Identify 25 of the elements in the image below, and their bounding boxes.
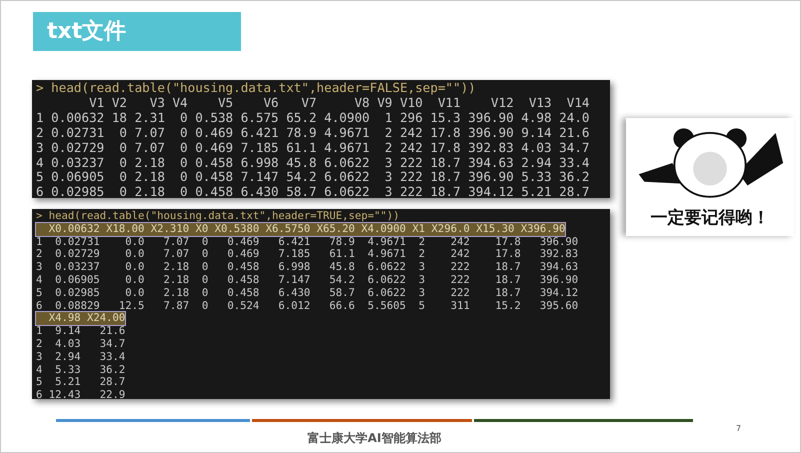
console-line: 4 0.03237 0 2.18 0 0.458 6.998 45.8 6.0622 3 222 18.7 394.63 2.94 33.4 <box>36 156 590 170</box>
console-line: 6 0.02985 0 2.18 0 0.458 6.430 58.7 6.0622 3 222 18.7 394.12 5.21 28.7 <box>36 185 590 200</box>
console-line: 6 12.43 22.9 <box>36 389 126 402</box>
console-line: 5 0.02985 0.0 2.18 0 0.458 6.430 58.7 6.0622 3 222 18.7 394.12 <box>36 286 580 300</box>
console-line: 1 0.00632 18 2.31 0 0.538 6.575 65.2 4.0900 1 296 15.3 396.90 4.98 24.0 <box>36 110 590 126</box>
console-line: 1 9.14 21.6 <box>36 325 126 338</box>
console-line: 3 0.02729 0 7.07 0 0.469 7.185 61.1 4.9671 2 242 17.8 392.83 4.03 34.7 <box>36 140 590 156</box>
console-command: > head(read.table("housing.data.txt",header=FALSE,sep="")) <box>36 81 477 96</box>
console-line: V1 V2 V3 V4 V5 V6 V7 V8 V9 V10 V11 V12 V13 V14 <box>89 96 590 111</box>
console-line: 3 0.03237 0.0 2.18 0 0.458 6.998 45.8 6.0622 3 222 18.7 394.63 <box>36 261 580 274</box>
meme-caption: 一定要记得哟！ <box>650 207 770 229</box>
console-line: 5 0.06905 0 2.18 0 0.458 7.147 54.2 6.0622 3 222 18.7 396.90 5.33 36.2 <box>36 170 590 186</box>
console-line: 1 0.02731 0.0 7.07 0 0.469 6.421 78.9 4.9671 2 242 17.8 396.90 <box>36 236 580 248</box>
console-line: 4 0.06905 0.0 2.18 0 0.458 7.147 54.2 6.0622 3 222 18.7 396.90 <box>36 274 580 287</box>
page-number: 7 <box>736 424 742 433</box>
console-line: 2 4.03 34.7 <box>36 338 126 351</box>
console-line: 6 0.08829 12.5 7.87 0 0.524 6.012 66.6 5.5605 5 311 15.2 395.60 <box>36 300 580 312</box>
console-line: 4 5.33 36.2 <box>36 364 126 376</box>
slide-title: txt文件 <box>33 12 241 51</box>
console-line: 2 0.02729 0.0 7.07 0 0.469 7.185 61.1 4.9671 2 242 17.8 392.83 <box>36 248 580 262</box>
console-line: 3 2.94 33.4 <box>36 350 126 364</box>
console-command: > head(read.table("housing.data.txt",header=TRUE,sep="")) <box>36 210 401 223</box>
console-line: 5 5.21 28.7 <box>36 376 126 390</box>
footer-text: 富士康大学AI智能算法部 <box>308 430 442 447</box>
console-line: 2 0.02731 0 7.07 0 0.469 6.421 78.9 4.9671 2 242 17.8 396.90 9.14 21.6 <box>36 126 590 141</box>
